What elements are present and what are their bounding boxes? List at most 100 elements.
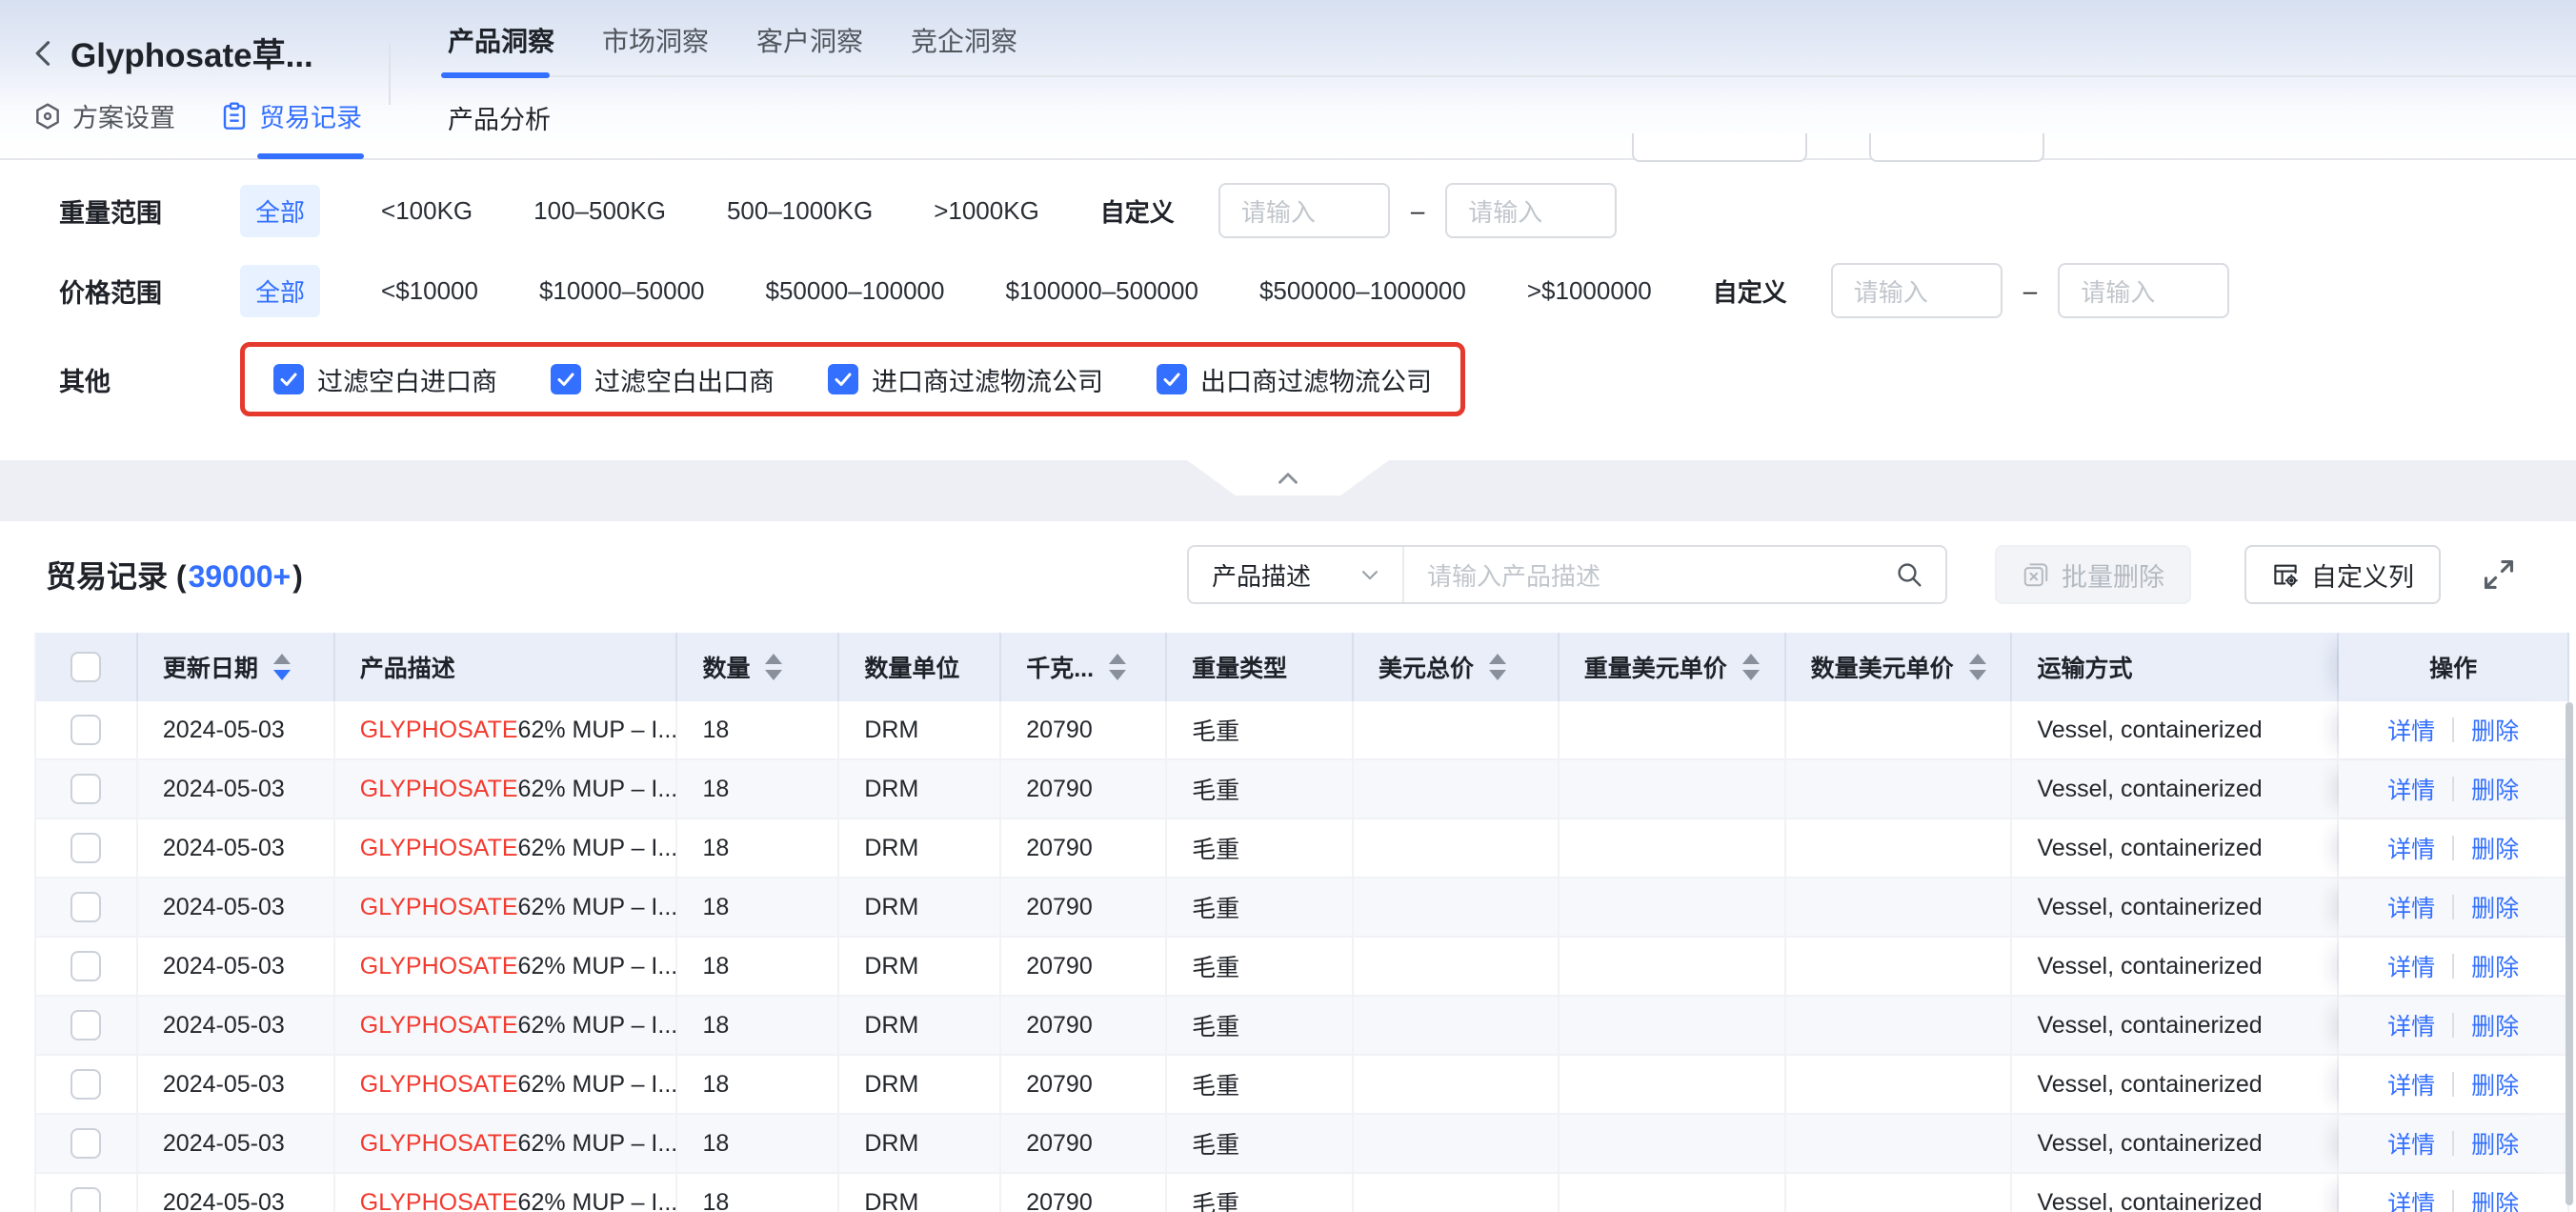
column-header-usd-total[interactable]: 美元总价 bbox=[1354, 633, 1560, 701]
weight-option-100-500[interactable]: 100–500KG bbox=[533, 196, 666, 226]
price-option-100000-500000[interactable]: $100000–500000 bbox=[1005, 276, 1197, 306]
row-detail-link[interactable]: 详情 bbox=[2387, 949, 2435, 983]
row-checkbox[interactable] bbox=[70, 1128, 101, 1159]
clipboard-icon bbox=[219, 101, 250, 131]
row-delete-link[interactable]: 删除 bbox=[2471, 1185, 2519, 1212]
table-body: 2024-05-03 GLYPHOSATE 62% MUP – I... 18 … bbox=[36, 701, 2569, 1212]
cell-product-desc: GLYPHOSATE 62% MUP – I... bbox=[335, 879, 678, 936]
weight-option-lt100[interactable]: <100KG bbox=[381, 196, 473, 226]
row-delete-link[interactable]: 删除 bbox=[2471, 772, 2519, 806]
row-checkbox[interactable] bbox=[70, 951, 101, 981]
row-checkbox[interactable] bbox=[70, 1010, 101, 1040]
row-delete-link[interactable]: 删除 bbox=[2471, 831, 2519, 865]
row-delete-link[interactable]: 删除 bbox=[2471, 1067, 2519, 1101]
cell-weight-type: 毛重 bbox=[1167, 1056, 1354, 1113]
weight-min-input[interactable]: 请输入 bbox=[1218, 183, 1390, 238]
row-delete-link[interactable]: 删除 bbox=[2471, 1008, 2519, 1042]
row-detail-link[interactable]: 详情 bbox=[2387, 1067, 2435, 1101]
row-delete-link[interactable]: 删除 bbox=[2471, 949, 2519, 983]
row-delete-link[interactable]: 删除 bbox=[2471, 713, 2519, 747]
price-max-input[interactable]: 请输入 bbox=[2058, 263, 2229, 318]
column-header-update-date[interactable]: 更新日期 bbox=[138, 633, 335, 701]
price-filter-label: 价格范围 bbox=[59, 273, 240, 310]
collapse-filters-button[interactable] bbox=[1187, 460, 1389, 495]
weight-filter-row: 重量范围 全部 <100KG 100–500KG 500–1000KG >100… bbox=[59, 183, 2547, 238]
cell-product-desc: GLYPHOSATE 62% MUP – I... bbox=[335, 938, 678, 995]
page-title: Glyphosate草... bbox=[70, 29, 313, 77]
tab-competitor-insight[interactable]: 竞企洞察 bbox=[911, 21, 1017, 67]
batch-delete-button[interactable]: 批量删除 bbox=[1995, 545, 2191, 604]
link-divider bbox=[2452, 895, 2454, 919]
sort-icon[interactable] bbox=[1489, 654, 1506, 680]
row-detail-link[interactable]: 详情 bbox=[2387, 1185, 2435, 1212]
cell-weight-type: 毛重 bbox=[1167, 938, 1354, 995]
partial-input-right[interactable] bbox=[1869, 133, 2044, 162]
row-delete-link[interactable]: 删除 bbox=[2471, 890, 2519, 924]
cell-kg-weight: 20790 bbox=[1001, 819, 1167, 877]
cell-usd-per-weight bbox=[1560, 879, 1786, 936]
sort-icon[interactable] bbox=[765, 654, 782, 680]
row-checkbox[interactable] bbox=[70, 892, 101, 922]
cell-usd-total bbox=[1354, 997, 1560, 1054]
checkbox-filter-blank-importer[interactable]: 过滤空白进口商 bbox=[273, 361, 497, 398]
row-checkbox[interactable] bbox=[70, 1187, 101, 1212]
sort-icon[interactable] bbox=[1109, 654, 1126, 680]
weight-option-gt1000[interactable]: >1000KG bbox=[934, 196, 1039, 226]
row-delete-link[interactable]: 删除 bbox=[2471, 1126, 2519, 1161]
column-header-usd-per-weight[interactable]: 重量美元单价 bbox=[1560, 633, 1786, 701]
cell-transport: Vessel, containerized bbox=[2012, 760, 2339, 818]
back-icon[interactable] bbox=[29, 37, 61, 70]
row-detail-link[interactable]: 详情 bbox=[2387, 772, 2435, 806]
row-detail-link[interactable]: 详情 bbox=[2387, 831, 2435, 865]
table-row: 2024-05-03 GLYPHOSATE 62% MUP – I... 18 … bbox=[36, 760, 2569, 819]
cell-usd-per-qty bbox=[1786, 819, 2013, 877]
partial-input-left[interactable] bbox=[1632, 133, 1807, 162]
tab-plan-settings[interactable]: 方案设置 bbox=[32, 97, 175, 134]
checkbox-importer-filter-logistics[interactable]: 进口商过滤物流公司 bbox=[828, 361, 1103, 398]
row-checkbox[interactable] bbox=[70, 774, 101, 804]
tab-customer-insight[interactable]: 客户洞察 bbox=[756, 21, 863, 67]
sort-icon[interactable] bbox=[273, 654, 291, 680]
row-detail-link[interactable]: 详情 bbox=[2387, 890, 2435, 924]
link-divider bbox=[2452, 777, 2454, 801]
checkbox-exporter-filter-logistics[interactable]: 出口商过滤物流公司 bbox=[1157, 361, 1432, 398]
column-header-transport: 运输方式 bbox=[2012, 633, 2339, 701]
column-header-kg-weight[interactable]: 千克... bbox=[1001, 633, 1167, 701]
sort-icon[interactable] bbox=[1969, 654, 1986, 680]
custom-columns-button[interactable]: 自定义列 bbox=[2244, 545, 2441, 604]
sort-icon[interactable] bbox=[1742, 654, 1760, 680]
search-field-select[interactable]: 产品描述 bbox=[1189, 547, 1404, 602]
tab-trade-records[interactable]: 贸易记录 bbox=[219, 97, 362, 134]
row-detail-link[interactable]: 详情 bbox=[2387, 1126, 2435, 1161]
weight-option-all[interactable]: 全部 bbox=[240, 185, 320, 237]
row-checkbox[interactable] bbox=[70, 715, 101, 745]
price-option-500000-1000000[interactable]: $500000–1000000 bbox=[1259, 276, 1466, 306]
price-option-50000-100000[interactable]: $50000–100000 bbox=[766, 276, 945, 306]
page: Glyphosate草... 方案设置 贸易记录 产品洞察 市场洞察 客户洞察 … bbox=[0, 0, 2576, 1212]
tab-market-insight[interactable]: 市场洞察 bbox=[602, 21, 709, 67]
price-option-lt10000[interactable]: <$10000 bbox=[381, 276, 478, 306]
cell-quantity-unit: DRM bbox=[839, 1056, 1001, 1113]
fullscreen-expand-icon[interactable] bbox=[2481, 556, 2517, 593]
table-row: 2024-05-03 GLYPHOSATE 62% MUP – I... 18 … bbox=[36, 1115, 2569, 1174]
cell-usd-per-qty bbox=[1786, 701, 2013, 758]
select-all-checkbox[interactable] bbox=[70, 652, 101, 682]
row-checkbox[interactable] bbox=[70, 833, 101, 863]
cell-usd-per-weight bbox=[1560, 701, 1786, 758]
checkbox-filter-blank-exporter[interactable]: 过滤空白出口商 bbox=[551, 361, 775, 398]
price-option-10000-50000[interactable]: $10000–50000 bbox=[539, 276, 705, 306]
search-input[interactable]: 请输入产品描述 bbox=[1404, 547, 1945, 602]
column-header-usd-per-qty[interactable]: 数量美元单价 bbox=[1786, 633, 2013, 701]
column-header-quantity[interactable]: 数量 bbox=[677, 633, 839, 701]
vertical-scrollbar[interactable] bbox=[2566, 702, 2573, 1205]
row-checkbox[interactable] bbox=[70, 1069, 101, 1100]
tab-product-analysis[interactable]: 产品分析 bbox=[448, 106, 551, 134]
weight-option-500-1000[interactable]: 500–1000KG bbox=[727, 196, 873, 226]
weight-max-input[interactable]: 请输入 bbox=[1445, 183, 1617, 238]
row-detail-link[interactable]: 详情 bbox=[2387, 713, 2435, 747]
row-detail-link[interactable]: 详情 bbox=[2387, 1008, 2435, 1042]
price-option-gt1000000[interactable]: >$1000000 bbox=[1527, 276, 1652, 306]
price-option-all[interactable]: 全部 bbox=[240, 265, 320, 317]
tab-product-insight[interactable]: 产品洞察 bbox=[448, 21, 554, 67]
price-min-input[interactable]: 请输入 bbox=[1831, 263, 2002, 318]
